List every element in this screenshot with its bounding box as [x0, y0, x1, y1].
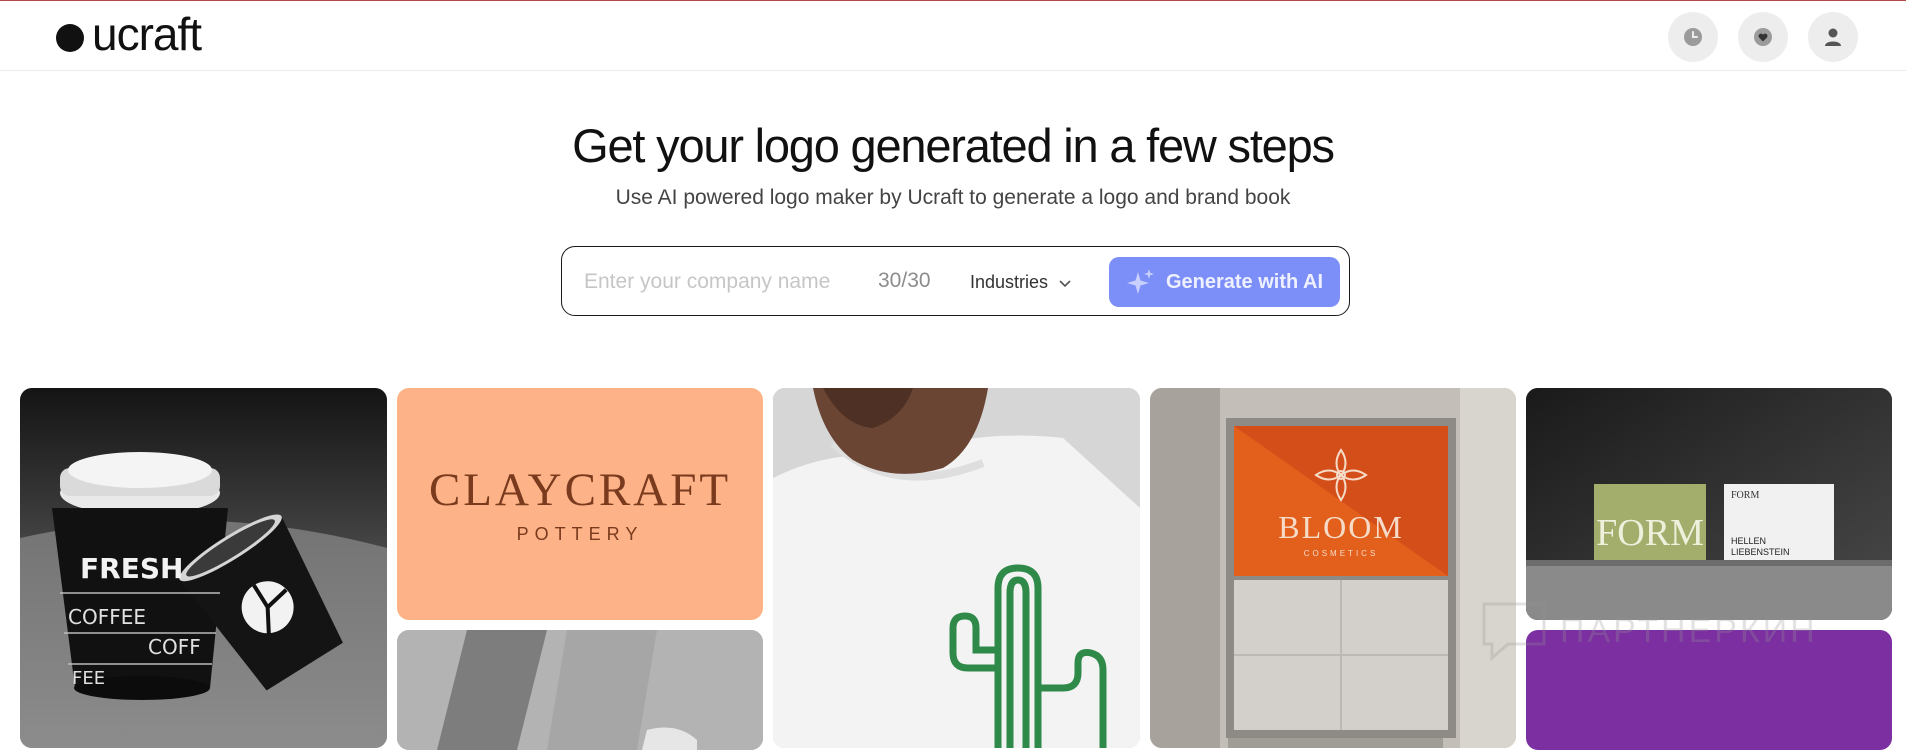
industries-label: Industries — [970, 272, 1049, 292]
gallery-card-tshirt[interactable] — [773, 388, 1140, 748]
generate-with-ai-button[interactable]: Generate with AI — [1109, 257, 1340, 307]
logo-dot-icon — [56, 24, 84, 52]
gallery-card-claycraft[interactable]: CLAYCRAFT POTTERY — [397, 388, 763, 620]
favorites-button[interactable] — [1738, 12, 1788, 62]
gallery-card-fresh[interactable]: FRESH COFFEE COFF FEE — [20, 388, 387, 748]
industries-dropdown[interactable]: Industries — [970, 272, 1072, 293]
company-name-input[interactable] — [582, 265, 856, 299]
bloom-billboard-mockup: BLOOM COSMETICS — [1150, 388, 1516, 748]
tshirt-cactus-mockup — [773, 388, 1140, 748]
char-counter: 30/30 — [878, 269, 931, 292]
fresh-brand-text: FRESH — [80, 552, 183, 585]
bloom-name: BLOOM — [1278, 509, 1404, 545]
form-cards-mockup: FORM FORM HELLEN LIEBENSTEIN — [1526, 388, 1892, 620]
fresh-line-2: COFF — [148, 635, 201, 659]
gallery-card-form[interactable]: FORM FORM HELLEN LIEBENSTEIN — [1526, 388, 1892, 620]
account-button[interactable] — [1808, 12, 1858, 62]
top-header: ucraft — [0, 1, 1906, 71]
fresh-coffee-mockup: FRESH COFFEE COFF FEE — [20, 388, 387, 748]
logo-wordmark: ucraft — [92, 8, 202, 60]
user-icon — [1825, 28, 1841, 46]
concrete-mockup — [397, 630, 763, 750]
gallery-card-concrete[interactable] — [397, 630, 763, 750]
claycraft-name: CLAYCRAFT — [428, 464, 732, 516]
form-person-first: HELLEN — [1731, 536, 1766, 546]
form-small-name: FORM — [1731, 490, 1759, 501]
heart-icon — [1754, 28, 1772, 46]
clock-icon — [1684, 28, 1702, 46]
bloom-tag: COSMETICS — [1304, 549, 1379, 558]
gallery-card-bloom[interactable]: BLOOM COSMETICS — [1150, 388, 1516, 748]
generate-label: Generate with AI — [1165, 270, 1324, 293]
page-title: Get your logo generated in a few steps — [572, 119, 1335, 172]
claycraft-tag: POTTERY — [516, 524, 644, 544]
gallery-card-purple[interactable] — [1526, 630, 1892, 750]
logo-generator-form: 30/30 Industries Generate with AI — [561, 246, 1350, 316]
sparkle-icon — [1126, 267, 1156, 297]
ucraft-logo[interactable]: ucraft — [56, 8, 202, 60]
fresh-line-1: COFFEE — [68, 605, 146, 629]
fresh-line-3: FEE — [72, 668, 105, 689]
form-name: FORM — [1596, 512, 1704, 554]
form-person-last: LIEBENSTEIN — [1731, 547, 1790, 557]
page-subtitle: Use AI powered logo maker by Ucraft to g… — [615, 186, 1291, 209]
history-button[interactable] — [1668, 12, 1718, 62]
chevron-down-icon — [1059, 279, 1071, 287]
